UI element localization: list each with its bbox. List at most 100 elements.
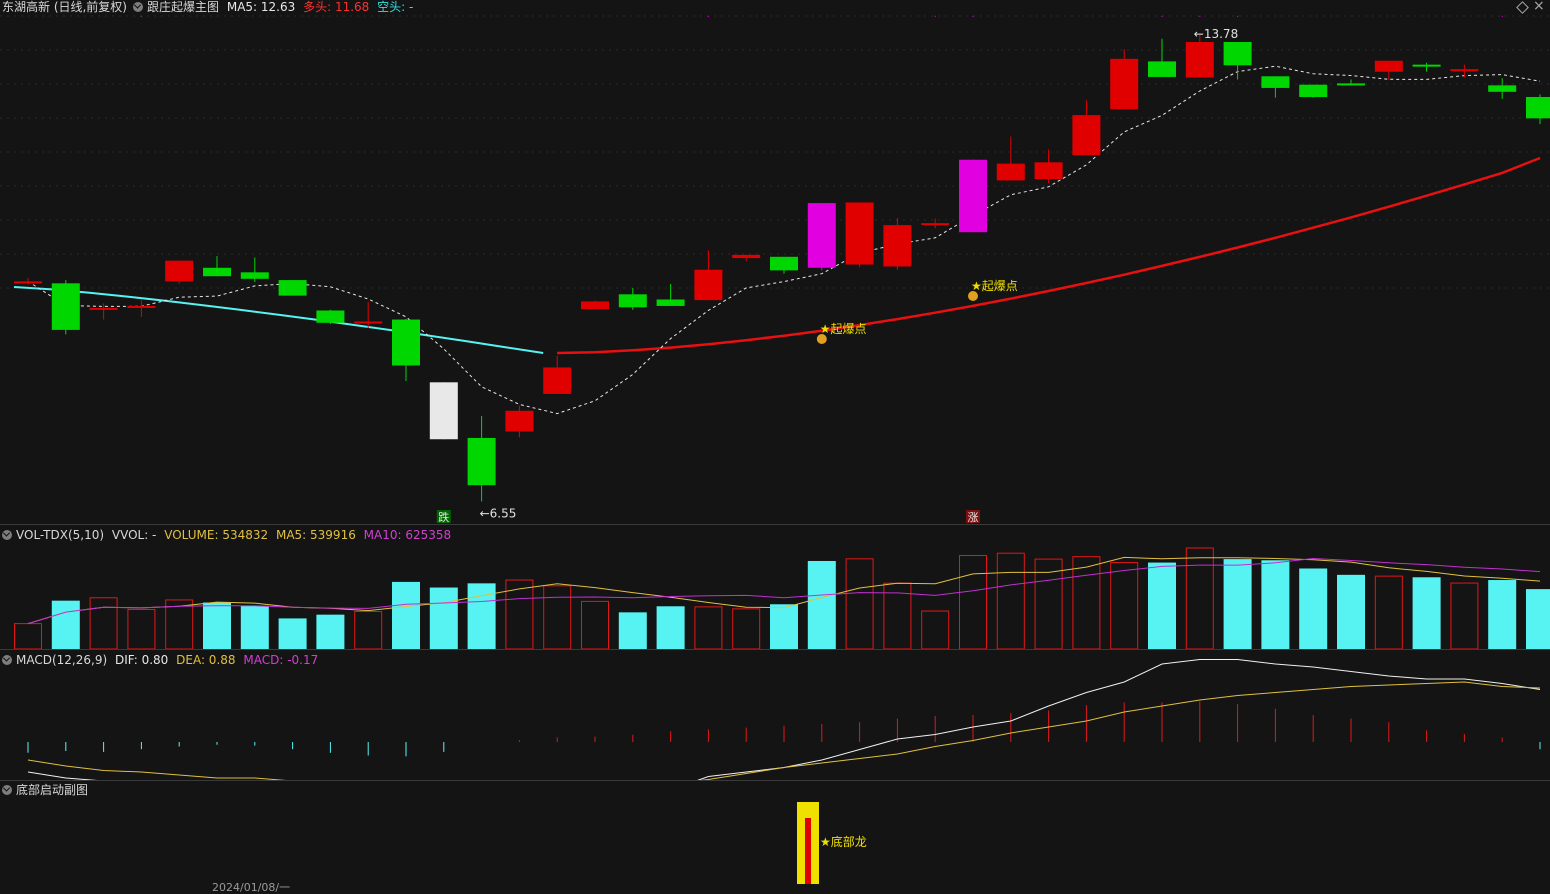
volume-bar [1185,547,1214,649]
sub-title[interactable]: 底部启动副图 [16,783,88,797]
volume-bar [240,605,269,649]
volume-bar [51,600,80,649]
bottom-dragon-label: ★底部龙 [820,835,867,849]
candle-body [505,410,534,432]
volume-bar [543,585,572,649]
high-price-label: ←13.78 [1194,27,1238,41]
volume-bar [845,558,874,649]
candle-body [240,272,269,279]
volume-bar [1110,562,1139,649]
main-chart-panel: 东湖高新 (日线,前复权) 跟庄起爆主图 MA5: 12.63 多头: 11.68… [0,0,1550,524]
volume-bar [1148,562,1176,649]
kongtou-line [13,286,544,354]
top-marker-dot: · [1160,12,1163,23]
zhang-label: 涨 [968,511,979,524]
candle-body [807,203,836,268]
volume-bar [467,583,496,649]
volume-bar [1299,568,1328,649]
volume-bar [203,602,231,649]
candle-body [732,254,761,259]
top-marker-dot: · [140,12,143,23]
candle-body [656,299,685,306]
bottom-dragon-marker [797,802,819,884]
top-marker-dot: · [1501,12,1504,23]
volume-bar [278,618,307,649]
volume-bar [1412,577,1441,649]
candle-body [392,319,420,366]
top-marker-dot: · [934,12,937,23]
candle-body [467,437,496,486]
die-label: 跌 [438,510,449,524]
candle-body [127,305,156,308]
volume-bar [996,552,1025,649]
money-bag-icon [968,291,978,301]
candle-body [1299,84,1328,97]
candle-body [1337,83,1365,86]
sub-header: 底部启动副图 [0,783,92,797]
volume-bar [316,614,345,649]
money-bag-icon [816,334,827,344]
candle-body [1034,162,1063,180]
candle-body [165,260,194,282]
candle-body [354,321,383,324]
volume-bar [959,555,987,649]
volume-bar [1450,582,1479,649]
candle-body [1374,60,1403,72]
volume-bar [1223,559,1252,649]
candle-body [1488,85,1517,92]
candle-body [89,307,118,310]
candle-body [618,294,647,308]
candle-body [1185,42,1214,78]
volume-bar [618,612,647,649]
top-marker-dot: · [707,12,710,23]
volume-bar [770,604,798,649]
macd-chart [27,659,1541,780]
volume-bar [354,610,383,649]
date-label: 2024/01/08/一 [212,881,291,894]
candle-body [429,382,458,440]
macd-panel: MACD(12,26,9) DIF: 0.80 DEA: 0.88 MACD: … [0,650,1550,780]
volume-chart [14,547,1550,649]
candle-body [278,280,307,296]
candle-body [1526,96,1550,119]
candle-body [1148,61,1176,77]
top-marker-dot: · [971,12,974,23]
volume-bar [392,581,420,649]
low-price-label: ←6.55 [480,506,517,520]
volume-bar [429,587,458,649]
candlestick-chart: · · · · · · · · ←13.78 ←6.55 ★起爆点 ★起爆点跌 涨 [0,12,1550,524]
candle-body [51,283,80,330]
sub-dropdown-icon[interactable] [2,785,12,795]
volume-bar [1072,556,1101,649]
candle-body [845,202,874,265]
candle-body [1110,58,1139,110]
volume-bar [581,600,609,649]
volume-bar [1337,574,1365,649]
volume-bar [14,623,42,649]
bottom-dragon-inner-bar [805,818,811,884]
top-marker-dot: · [1198,12,1201,23]
candle-body [203,267,231,277]
candle-body [1072,115,1101,156]
explode-point-label: ★起爆点 [820,322,867,336]
volume-bar [127,608,156,649]
explode-point-label: ★起爆点 [971,279,1018,293]
candle-body [959,159,987,233]
volume-bar [1526,589,1550,649]
candle-body [694,269,723,301]
volume-bar [807,560,836,649]
candle-body [1412,64,1441,67]
candle-body [1261,76,1290,88]
volume-bar [656,606,685,649]
candle-body [14,281,42,284]
candle-body [883,225,912,267]
volume-bar [1374,575,1403,649]
candle-body [543,367,572,394]
candle-body [996,163,1025,181]
candle-body [1450,69,1479,72]
top-marker-dot: · [1236,12,1239,23]
candle-body [1223,42,1252,66]
candle-body [316,310,345,323]
volume-bar [732,608,761,649]
volume-bar [1261,560,1290,649]
